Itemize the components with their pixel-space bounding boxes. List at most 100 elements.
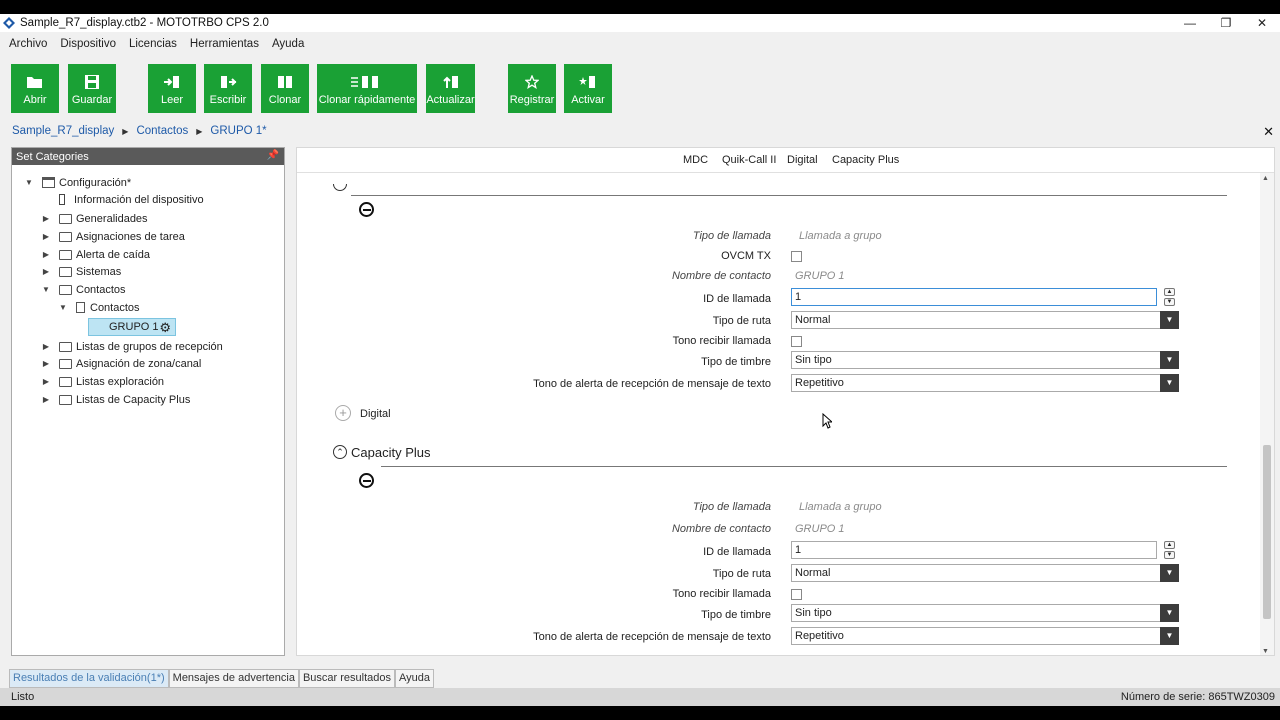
add-circle-icon[interactable]: + <box>335 405 351 421</box>
tree-item-listas-exploracion[interactable]: ▶ Listas exploración <box>41 373 164 390</box>
spin-up-icon[interactable]: ▲ <box>1164 288 1175 296</box>
registrar-label: Registrar <box>509 94 555 106</box>
clonar-button[interactable]: Clonar <box>261 64 309 113</box>
divider <box>381 466 1227 467</box>
activar-button[interactable]: Activar <box>564 64 612 113</box>
clonar-rapidamente-button[interactable]: Clonar rápidamente <box>317 64 417 113</box>
registrar-button[interactable]: Registrar <box>508 64 556 113</box>
tree-item-listas-capacity-plus[interactable]: ▶ Listas de Capacity Plus <box>41 391 190 408</box>
menu-ayuda[interactable]: Ayuda <box>272 38 304 50</box>
serial-number: Número de serie: 865TWZ0309 <box>1120 691 1275 703</box>
guardar-button[interactable]: Guardar <box>68 64 116 113</box>
tree-item-info-dispositivo[interactable]: Información del dispositivo <box>59 191 204 208</box>
tab-quik-call[interactable]: Quik-Call II <box>722 154 776 166</box>
save-icon <box>85 75 99 89</box>
spin-down-icon[interactable]: ▼ <box>1164 551 1175 559</box>
tab-ayuda[interactable]: Ayuda <box>395 669 434 688</box>
tab-mdc[interactable]: MDC <box>683 154 708 166</box>
id-llamada-spinner[interactable]: ▲ ▼ <box>1164 288 1175 306</box>
escribir-button[interactable]: Escribir <box>204 64 252 113</box>
scroll-up-icon[interactable]: ▲ <box>1262 175 1269 182</box>
remove-circle-icon[interactable] <box>359 473 374 488</box>
id-llamada-spinner[interactable]: ▲ ▼ <box>1164 541 1175 559</box>
chevron-down-icon[interactable]: ▼ <box>1160 374 1179 392</box>
tono-recibir-checkbox[interactable] <box>791 336 802 347</box>
id-llamada-input[interactable]: 1 <box>791 288 1157 306</box>
chevron-down-icon[interactable]: ▼ <box>1160 604 1179 622</box>
collapsed-arrow-icon[interactable]: ▶ <box>41 359 51 368</box>
tono-recibir-checkbox[interactable] <box>791 589 802 600</box>
close-document-icon[interactable]: ✕ <box>1263 124 1274 140</box>
tab-capacity-plus[interactable]: Capacity Plus <box>832 154 899 166</box>
label-tipo-llamada: Tipo de llamada <box>692 230 771 242</box>
gear-icon[interactable]: ⚙ <box>159 320 171 336</box>
tree-item-generalidades[interactable]: ▶ Generalidades <box>41 210 148 227</box>
tipo-ruta-dropdown[interactable]: Normal ▼ <box>791 564 1179 582</box>
id-llamada-input[interactable]: 1 <box>791 541 1157 559</box>
folder-icon <box>59 266 72 277</box>
tab-mensajes-advertencia[interactable]: Mensajes de advertencia <box>168 669 299 688</box>
value-tipo-llamada: Llamada a grupo <box>799 501 882 513</box>
collapsed-arrow-icon[interactable]: ▶ <box>41 377 51 386</box>
collapse-chevron-icon[interactable]: ⌃ <box>333 445 347 459</box>
breadcrumb-current[interactable]: GRUPO 1* <box>210 125 266 137</box>
collapsed-arrow-icon[interactable]: ▶ <box>41 232 51 241</box>
expanded-arrow-icon[interactable]: ▼ <box>41 285 51 294</box>
tree-item-contactos[interactable]: ▼ Contactos <box>41 281 126 298</box>
chevron-down-icon[interactable]: ▼ <box>1160 311 1179 329</box>
breadcrumb-contactos[interactable]: Contactos <box>136 125 188 137</box>
menu-herramientas[interactable]: Herramientas <box>190 38 259 50</box>
restore-icon[interactable]: ❐ <box>1208 14 1244 32</box>
pin-icon[interactable]: 📌 <box>267 150 279 161</box>
collapsed-arrow-icon[interactable]: ▶ <box>41 342 51 351</box>
collapsed-arrow-icon[interactable]: ▶ <box>41 250 51 259</box>
folder-open-icon <box>27 77 42 88</box>
chevron-down-icon[interactable]: ▼ <box>1160 351 1179 369</box>
tipo-timbre-dropdown[interactable]: Sin tipo ▼ <box>791 604 1179 622</box>
tree-item-asignacion-zona[interactable]: ▶ Asignación de zona/canal <box>41 355 201 372</box>
menu-archivo[interactable]: Archivo <box>9 38 47 50</box>
scrollbar-thumb[interactable] <box>1263 445 1271 619</box>
tree-item-grupo1[interactable]: GRUPO 1 ⚙ <box>88 318 176 336</box>
breadcrumb-root[interactable]: Sample_R7_display <box>12 125 114 137</box>
expanded-arrow-icon[interactable]: ▼ <box>58 303 68 312</box>
tono-alerta-dropdown[interactable]: Repetitivo ▼ <box>791 627 1179 645</box>
tree-item-contactos-child[interactable]: ▼ Contactos <box>58 299 140 316</box>
section-collapse-icon[interactable] <box>333 184 347 191</box>
menu-dispositivo[interactable]: Dispositivo <box>60 38 116 50</box>
vertical-scrollbar[interactable]: ▲ ▼ <box>1260 173 1274 655</box>
minimize-icon[interactable]: — <box>1172 14 1208 32</box>
spin-down-icon[interactable]: ▼ <box>1164 298 1175 306</box>
remove-circle-icon[interactable] <box>359 202 374 217</box>
chevron-down-icon[interactable]: ▼ <box>1160 627 1179 645</box>
ovcm-tx-checkbox[interactable] <box>791 251 802 262</box>
tipo-timbre-dropdown[interactable]: Sin tipo ▼ <box>791 351 1179 369</box>
chevron-down-icon[interactable]: ▼ <box>1160 564 1179 582</box>
clonar-label: Clonar <box>268 94 302 106</box>
tree-item-listas-grupos-recepcion[interactable]: ▶ Listas de grupos de recepción <box>41 338 223 355</box>
tipo-ruta-dropdown[interactable]: Normal ▼ <box>791 311 1179 329</box>
tree-item-sistemas[interactable]: ▶ Sistemas <box>41 263 121 280</box>
tree-item-asignaciones-tarea[interactable]: ▶ Asignaciones de tarea <box>41 228 185 245</box>
tree-label: Configuración* <box>59 176 132 189</box>
collapsed-arrow-icon[interactable]: ▶ <box>41 395 51 404</box>
close-icon[interactable]: ✕ <box>1244 14 1280 32</box>
collapsed-arrow-icon[interactable]: ▶ <box>41 267 51 276</box>
abrir-button[interactable]: Abrir <box>11 64 59 113</box>
expanded-arrow-icon[interactable]: ▼ <box>24 178 34 187</box>
tree-item-configuracion[interactable]: ▼ Configuración* <box>24 174 131 191</box>
add-digital-label[interactable]: Digital <box>360 408 391 420</box>
tono-alerta-dropdown[interactable]: Repetitivo ▼ <box>791 374 1179 392</box>
actualizar-button[interactable]: Actualizar <box>426 64 475 113</box>
spin-up-icon[interactable]: ▲ <box>1164 541 1175 549</box>
scroll-down-icon[interactable]: ▼ <box>1262 648 1269 655</box>
guardar-label: Guardar <box>71 94 113 106</box>
tab-resultados-validacion[interactable]: Resultados de la validación(1*) <box>9 669 169 688</box>
tab-buscar-resultados[interactable]: Buscar resultados <box>298 669 395 688</box>
leer-button[interactable]: Leer <box>148 64 196 113</box>
menu-licencias[interactable]: Licencias <box>129 38 177 50</box>
collapsed-arrow-icon[interactable]: ▶ <box>41 214 51 223</box>
dropdown-value: Repetitivo <box>795 630 844 642</box>
tree-item-alerta-caida[interactable]: ▶ Alerta de caída <box>41 246 150 263</box>
tab-digital[interactable]: Digital <box>787 154 818 166</box>
